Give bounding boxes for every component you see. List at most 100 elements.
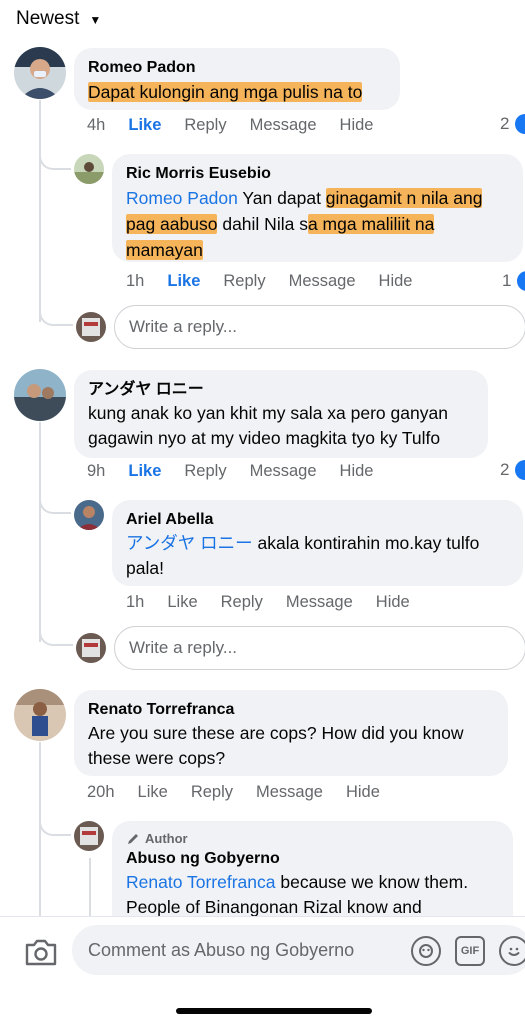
highlighted-text: Dapat kulongin ang mga pulis na to <box>88 82 363 102</box>
message-button[interactable]: Message <box>289 272 356 291</box>
emoji-icon[interactable] <box>499 936 525 966</box>
camera-icon[interactable] <box>24 937 58 967</box>
thread-line <box>89 858 91 918</box>
reaction-count-value: 2 <box>500 460 510 479</box>
like-button[interactable]: Like <box>167 272 200 291</box>
like-button[interactable]: Like <box>128 462 161 481</box>
write-reply-placeholder: Write a reply... <box>129 638 238 657</box>
avatar-image <box>76 312 106 342</box>
comment-bubble[interactable]: アンダヤ ロニー kung anak ko yan khit my sala x… <box>74 370 488 458</box>
like-button[interactable]: Like <box>138 783 168 802</box>
comment-actions: 20h Like Reply Message Hide <box>87 783 403 802</box>
avatar-image <box>14 689 66 741</box>
author-badge: Author <box>126 830 499 848</box>
message-button[interactable]: Message <box>286 593 353 612</box>
like-button[interactable]: Like <box>128 116 161 135</box>
sort-label: Newest <box>16 8 80 29</box>
hide-button[interactable]: Hide <box>340 116 374 135</box>
thread-connector <box>39 486 71 514</box>
home-indicator[interactable] <box>176 1008 372 1014</box>
hide-button[interactable]: Hide <box>340 462 374 481</box>
avatar-image <box>74 500 104 530</box>
my-avatar <box>76 312 106 342</box>
thread-line <box>39 100 41 322</box>
reply-bubble[interactable]: Author Abuso ng Gobyerno Renato Torrefra… <box>112 821 513 931</box>
highlighted-text: ginagamit n nila ang <box>325 188 483 208</box>
reply-button[interactable]: Reply <box>184 116 226 135</box>
comment-author[interactable]: Renato Torrefranca <box>88 699 494 721</box>
message-button[interactable]: Message <box>250 116 317 135</box>
reply-author[interactable]: Ric Morris Eusebio <box>126 163 509 185</box>
comment-time[interactable]: 20h <box>87 783 115 802</box>
reply-actions: 1h Like Reply Message Hide <box>126 593 433 612</box>
write-reply-placeholder: Write a reply... <box>129 317 238 336</box>
highlighted-text: a mga maliliit na <box>307 214 435 234</box>
reaction-count[interactable]: 1 <box>502 271 525 291</box>
hide-button[interactable]: Hide <box>346 783 380 802</box>
reaction-count-value: 1 <box>502 271 512 290</box>
thread-connector <box>39 300 73 326</box>
like-reaction-icon <box>515 114 525 134</box>
avatar-sticker-icon[interactable] <box>411 936 441 966</box>
avatar[interactable] <box>14 47 66 99</box>
composer-icons: GIF <box>411 936 525 966</box>
avatar-image <box>74 154 104 184</box>
reply-author[interactable]: Abuso ng Gobyerno <box>126 848 499 870</box>
like-button[interactable]: Like <box>167 593 197 612</box>
reply-button[interactable]: Reply <box>221 593 263 612</box>
reply-text: Romeo Padon Yan dapat ginagamit n nila a… <box>126 185 509 263</box>
comment-actions: 4h Like Reply Message Hide <box>87 116 396 135</box>
chevron-down-icon: ▼ <box>89 13 102 27</box>
mention-link[interactable]: アンダヤ ロニー <box>126 533 253 553</box>
comment-text: kung anak ko yan khit my sala xa pero ga… <box>88 403 448 448</box>
avatar-image <box>14 47 66 99</box>
hide-button[interactable]: Hide <box>379 272 413 291</box>
highlighted-text: mamayan <box>126 240 203 260</box>
reply-text-part: Yan dapat <box>237 188 326 208</box>
gif-label: GIF <box>460 945 480 957</box>
my-avatar <box>76 633 106 663</box>
thread-line <box>39 422 41 642</box>
avatar[interactable] <box>74 821 104 851</box>
reply-button[interactable]: Reply <box>191 783 233 802</box>
reply-bubble[interactable]: Ric Morris Eusebio Romeo Padon Yan dapat… <box>112 154 523 262</box>
reply-time[interactable]: 1h <box>126 593 144 612</box>
avatar[interactable] <box>74 154 104 184</box>
mention-link[interactable]: Romeo Padon <box>126 188 238 208</box>
comment-bubble[interactable]: Renato Torrefranca Are you sure these ar… <box>74 690 508 776</box>
message-button[interactable]: Message <box>250 462 317 481</box>
gif-icon[interactable]: GIF <box>455 936 485 966</box>
comment-text: Are you sure these are cops? How did you… <box>88 723 464 768</box>
comment-input-placeholder: Comment as Abuso ng Gobyerno <box>88 939 355 960</box>
avatar-image <box>76 633 106 663</box>
write-reply-input[interactable]: Write a reply... <box>114 305 525 349</box>
pencil-icon <box>128 834 138 844</box>
reply-text: アンダヤ ロニー akala kontirahin mo.kay tulfo p… <box>126 531 509 581</box>
thread-connector <box>39 620 73 646</box>
comment-time[interactable]: 4h <box>87 116 105 135</box>
avatar[interactable] <box>14 689 66 741</box>
mention-link[interactable]: Renato Torrefranca <box>126 872 276 892</box>
reply-time[interactable]: 1h <box>126 272 144 291</box>
comment-time[interactable]: 9h <box>87 462 105 481</box>
reaction-count-value: 2 <box>500 114 510 133</box>
reply-author[interactable]: Ariel Abella <box>126 509 509 531</box>
reply-actions: 1h Like Reply Message Hide <box>126 272 435 291</box>
reply-button[interactable]: Reply <box>184 462 226 481</box>
comment-actions: 9h Like Reply Message Hide <box>87 462 396 481</box>
sort-dropdown[interactable]: Newest ▼ <box>16 8 101 30</box>
hide-button[interactable]: Hide <box>376 593 410 612</box>
reaction-count[interactable]: 2 <box>500 114 525 134</box>
comment-author[interactable]: Romeo Padon <box>88 57 386 79</box>
message-button[interactable]: Message <box>256 783 323 802</box>
avatar[interactable] <box>14 369 66 421</box>
reaction-count[interactable]: 2 <box>500 460 525 480</box>
avatar-sticker-glyph <box>419 944 433 958</box>
comment-author[interactable]: アンダヤ ロニー <box>88 379 474 401</box>
reply-button[interactable]: Reply <box>223 272 265 291</box>
avatar[interactable] <box>74 500 104 530</box>
comment-bubble[interactable]: Romeo Padon Dapat kulongin ang mga pulis… <box>74 48 400 110</box>
reply-bubble[interactable]: Ariel Abella アンダヤ ロニー akala kontirahin m… <box>112 500 523 586</box>
write-reply-input[interactable]: Write a reply... <box>114 626 525 670</box>
avatar-image <box>74 821 104 851</box>
